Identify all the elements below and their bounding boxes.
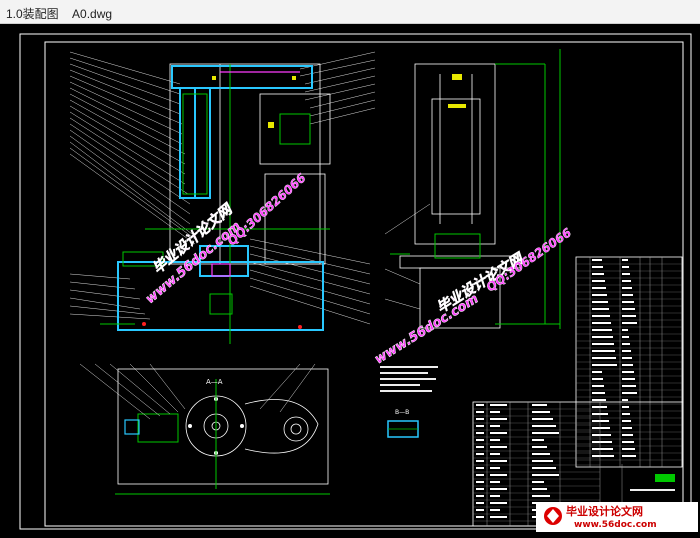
main-view: [69, 51, 376, 344]
watermark-title-right: 毕业设计论文网: [434, 249, 528, 316]
drawing-border-outer: [19, 33, 692, 530]
svg-text:QQ:306826066: QQ:306826066: [225, 171, 309, 249]
footer-watermark-banner: 毕业设计论文网 www.56doc.com: [536, 502, 698, 532]
watermark-left: www.56doc.com 毕业设计论文网: [143, 200, 245, 308]
window-title: 1.0装配图 A0.dwg: [6, 7, 113, 21]
section-bb-label: B—B: [395, 409, 409, 416]
footer-site: www.56doc.com: [574, 520, 657, 530]
cad-drawing-canvas[interactable]: A—A B—B www.56doc.com 毕业设计论文网 QQ:3068260…: [0, 24, 700, 534]
watermark-site-right: www.56doc.com: [372, 291, 481, 367]
technical-notes: [380, 366, 438, 392]
section-aa-label: A—A: [206, 378, 223, 386]
drawing-svg: A—A B—B www.56doc.com 毕业设计论文网 QQ:3068260…: [19, 33, 698, 532]
section-aa-view: A—A: [79, 363, 330, 495]
watermark-qq-left: QQ:306826066: [224, 170, 309, 249]
footer-title: 毕业设计论文网: [566, 504, 643, 518]
section-bb-view: B—B: [387, 409, 419, 438]
parts-list-table: [575, 256, 683, 468]
title-bar: 1.0装配图 A0.dwg: [0, 0, 700, 24]
